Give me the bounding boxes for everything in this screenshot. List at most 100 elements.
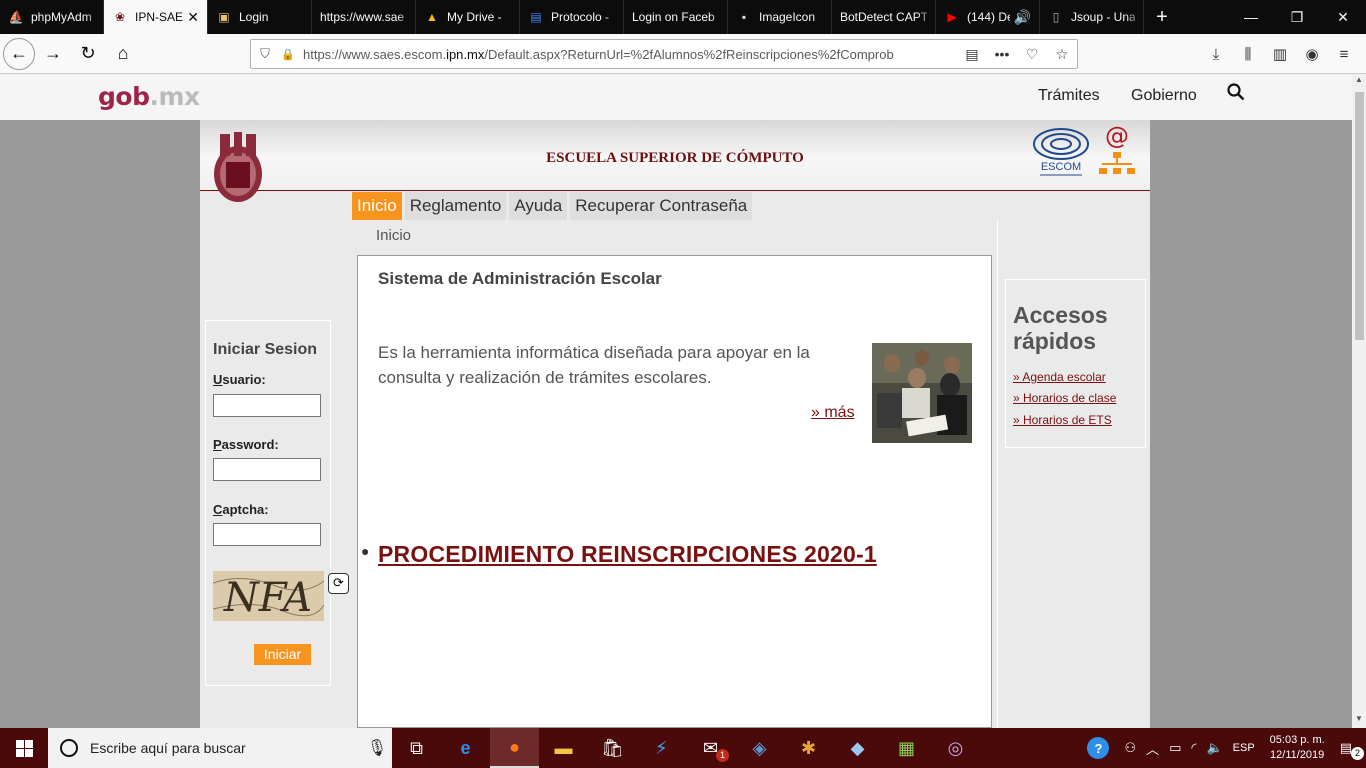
nav-tramites[interactable]: Trámites xyxy=(1038,87,1100,105)
tab-facebook-login[interactable]: Login on Faceb xyxy=(624,0,728,34)
firefox-icon[interactable]: ● xyxy=(490,728,539,768)
volume-icon[interactable]: 🔈 xyxy=(1201,740,1227,756)
iniciar-button[interactable]: Iniciar xyxy=(254,644,311,665)
mail-icon[interactable]: ✉ 1 xyxy=(686,728,735,768)
page-actions-icon[interactable]: ••• xyxy=(987,46,1017,62)
tab-imageicon[interactable]: ▪ ImageIcon xyxy=(728,0,832,34)
breadcrumb: Inicio xyxy=(376,227,412,244)
wifi-icon[interactable]: ◜ xyxy=(1186,740,1201,756)
link-horarios-clase[interactable]: » Horarios de clase xyxy=(1013,391,1116,405)
windows-start-icon[interactable] xyxy=(0,728,48,768)
mysql-workbench-icon[interactable]: ◈ xyxy=(735,728,784,768)
refresh-captcha-icon[interactable]: ⟳ xyxy=(328,573,349,594)
reload-icon[interactable]: ↻ xyxy=(71,37,105,71)
menu-inicio[interactable]: Inicio xyxy=(352,192,402,220)
app-icon[interactable]: ✱ xyxy=(784,728,833,768)
new-tab-icon[interactable]: + xyxy=(1144,0,1180,34)
svg-text:NFA: NFA xyxy=(223,575,312,621)
password-label: Password: xyxy=(213,437,279,452)
close-window-icon[interactable]: ✕ xyxy=(1320,0,1366,34)
usuario-input[interactable] xyxy=(213,394,321,417)
forward-icon[interactable]: → xyxy=(36,37,70,71)
browser-tab-strip: ⛵ phpMyAdm ❀ IPN-SAE ✕ ▣ Login https://w… xyxy=(0,0,1366,34)
procedure-link[interactable]: PROCEDIMIENTO REINSCRIPCIONES 2020-1 xyxy=(378,541,877,568)
taskbar: Escribe aquí para buscar 🎙 ⧉ e ● ▬ 🛍 ⚡ ✉… xyxy=(0,728,1366,768)
clock[interactable]: 05:03 p. m. 12/11/2019 xyxy=(1260,733,1335,763)
tab-phpmyadmin[interactable]: ⛵ phpMyAdm xyxy=(0,0,104,34)
tab-botdetect[interactable]: BotDetect CAPT xyxy=(832,0,936,34)
saes-site: ESCUELA SUPERIOR DE CÓMPUTO ESCOM @ Inic… xyxy=(200,120,1150,728)
image-icon: ▣ xyxy=(218,10,230,24)
scrollbar-thumb[interactable] xyxy=(1355,92,1364,340)
account-icon[interactable]: ◉ xyxy=(1296,37,1328,71)
microphone-icon[interactable]: 🎙 xyxy=(362,738,392,758)
main-content: Sistema de Administración Escolar Es la … xyxy=(357,255,992,728)
battery-icon[interactable]: ▭ xyxy=(1164,740,1186,756)
sidebar-icon[interactable]: ▥ xyxy=(1264,37,1296,71)
language-indicator[interactable]: ESP xyxy=(1228,742,1260,754)
link-horarios-ets[interactable]: » Horarios de ETS xyxy=(1013,413,1112,427)
page-icon: ▯ xyxy=(1052,10,1060,24)
vertical-scrollbar[interactable]: ▲ ▼ xyxy=(1352,75,1366,728)
address-bar[interactable]: ⛉ 🔒 https://www.saes.escom.ipn.mx/Defaul… xyxy=(250,39,1078,69)
password-input[interactable] xyxy=(213,458,321,481)
students-photo xyxy=(872,343,972,443)
quick-access-panel: Accesos rápidos » Agenda escolar » Horar… xyxy=(1005,279,1146,448)
link-agenda-escolar[interactable]: » Agenda escolar xyxy=(1013,370,1106,384)
minimize-icon[interactable]: — xyxy=(1228,0,1274,34)
tab-login[interactable]: ▣ Login xyxy=(208,0,312,34)
site-menu: Inicio Reglamento Ayuda Recuperar Contra… xyxy=(352,192,755,220)
back-icon[interactable]: ← xyxy=(3,37,35,70)
reader-view-icon[interactable]: ▤ xyxy=(957,46,987,63)
restore-icon[interactable]: ❐ xyxy=(1274,0,1320,34)
store-icon[interactable]: 🛍 xyxy=(588,728,637,768)
more-link[interactable]: » más xyxy=(811,404,855,422)
scroll-up-icon[interactable]: ▲ xyxy=(1352,75,1366,89)
email-network-icon[interactable]: @ xyxy=(1098,124,1136,178)
home-icon[interactable]: ⌂ xyxy=(106,37,140,71)
show-hidden-icons[interactable]: ︿ xyxy=(1141,739,1164,758)
lock-icon[interactable]: 🔒 xyxy=(279,48,297,61)
tab-ipn-sae[interactable]: ❀ IPN-SAE ✕ xyxy=(104,0,208,34)
taskbar-search[interactable]: Escribe aquí para buscar 🎙 xyxy=(48,728,392,768)
gob-logo[interactable]: gob.mx xyxy=(98,82,200,111)
bookmark-star-icon[interactable]: ☆ xyxy=(1047,46,1077,63)
tab-youtube[interactable]: ▶ (144) De 🔊 xyxy=(936,0,1040,34)
nav-gobierno[interactable]: Gobierno xyxy=(1131,87,1197,105)
tab-protocolo[interactable]: ▤ Protocolo - xyxy=(520,0,624,34)
edge-icon[interactable]: e xyxy=(441,728,490,768)
divider xyxy=(997,220,998,728)
menu-recuperar-contrasena[interactable]: Recuperar Contraseña xyxy=(570,192,753,220)
captcha-image: NFA xyxy=(213,571,324,621)
library-icon[interactable]: ⫼ xyxy=(1232,37,1264,71)
hamburger-menu-icon[interactable]: ≡ xyxy=(1328,37,1360,71)
scroll-down-icon[interactable]: ▼ xyxy=(1352,714,1366,728)
toolbar-right: ⤓ ⫼ ▥ ◉ ≡ xyxy=(1200,37,1360,71)
menu-ayuda[interactable]: Ayuda xyxy=(509,192,568,220)
notepad-icon[interactable]: ▦ xyxy=(882,728,931,768)
url-text[interactable]: https://www.saes.escom.ipn.mx/Default.as… xyxy=(297,47,957,62)
search-icon[interactable] xyxy=(1227,83,1245,106)
visual-studio-code-icon[interactable]: ⚡ xyxy=(637,728,686,768)
tab-my-drive[interactable]: ▲ My Drive - xyxy=(416,0,520,34)
github-icon[interactable]: ◎ xyxy=(931,728,980,768)
menu-reglamento[interactable]: Reglamento xyxy=(404,192,507,220)
tab-saes-url[interactable]: https://www.sae xyxy=(312,0,416,34)
file-explorer-icon[interactable]: ▬ xyxy=(539,728,588,768)
notifications-icon[interactable]: ▤ 2 xyxy=(1335,740,1366,760)
speaker-icon[interactable]: 🔊 xyxy=(1014,9,1031,26)
download-icon[interactable]: ⤓ xyxy=(1200,37,1232,71)
usuario-label: Usuario: xyxy=(213,372,266,387)
task-view-icon[interactable]: ⧉ xyxy=(392,728,441,768)
people-icon[interactable]: ⚇ xyxy=(1119,740,1141,756)
escom-logo: ESCOM xyxy=(1033,128,1089,176)
captcha-input[interactable] xyxy=(213,523,321,546)
bullet: ● xyxy=(361,543,370,559)
help-icon[interactable]: ? xyxy=(1087,737,1110,759)
tracking-shield-icon[interactable]: ⛉ xyxy=(251,46,279,62)
pocket-icon[interactable]: ♡ xyxy=(1017,46,1047,63)
close-icon[interactable]: ✕ xyxy=(187,9,199,26)
tab-jsoup[interactable]: ▯ Jsoup - Una xyxy=(1040,0,1144,34)
quick-access-title: Accesos rápidos xyxy=(1013,302,1108,354)
virtualbox-icon[interactable]: ◆ xyxy=(833,728,882,768)
